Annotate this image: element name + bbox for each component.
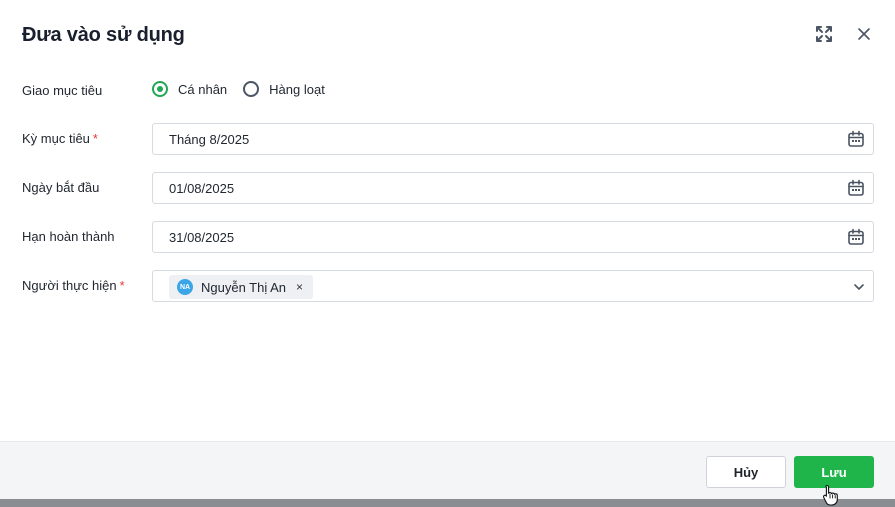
remove-chip-icon[interactable]: × — [296, 281, 303, 293]
close-icon — [858, 28, 870, 40]
expand-icon — [816, 26, 832, 42]
assign-target-row: Giao mục tiêu Cá nhân Hàng loạt — [0, 75, 895, 107]
chevron-down-icon[interactable] — [853, 281, 865, 293]
radio-bulk-label: Hàng loạt — [269, 81, 325, 97]
required-mark: * — [119, 278, 125, 293]
assignee-select[interactable]: NA Nguyễn Thị An × — [152, 270, 874, 302]
assignee-chip-name: Nguyễn Thị An — [201, 279, 287, 295]
dialog-header: Đưa vào sử dụng — [0, 0, 895, 70]
calendar-icon[interactable] — [847, 179, 865, 197]
close-button[interactable] — [854, 24, 874, 44]
assign-target-label: Giao mục tiêu — [22, 83, 103, 98]
start-date-field[interactable]: 01/08/2025 — [152, 172, 874, 204]
assignee-chip: NA Nguyễn Thị An × — [169, 275, 314, 299]
dialog: Đưa vào sử dụng Giao mục tiêu Cá nhân Hà… — [0, 0, 895, 507]
period-row: Kỳ mục tiêu * Tháng 8/2025 — [0, 123, 895, 155]
required-mark: * — [92, 131, 98, 146]
radio-checked-icon — [152, 81, 168, 97]
period-field[interactable]: Tháng 8/2025 — [152, 123, 874, 155]
due-date-row: Hạn hoàn thành 31/08/2025 — [0, 221, 895, 253]
hand-pointer-icon — [822, 484, 838, 506]
due-date-field[interactable]: 31/08/2025 — [152, 221, 874, 253]
expand-button[interactable] — [814, 24, 834, 44]
calendar-icon[interactable] — [847, 130, 865, 148]
radio-unchecked-icon — [243, 81, 260, 97]
backdrop-strip — [0, 499, 895, 507]
period-label: Kỳ mục tiêu * — [22, 131, 98, 146]
start-date-value: 01/08/2025 — [169, 181, 235, 196]
dialog-title: Đưa vào sử dụng — [22, 24, 185, 46]
cancel-button[interactable]: Hủy — [706, 456, 786, 488]
calendar-icon[interactable] — [847, 228, 865, 246]
avatar: NA — [177, 279, 193, 295]
start-date-label: Ngày bắt đầu — [22, 180, 100, 195]
assign-target-radio-group: Cá nhân Hàng loạt — [152, 81, 341, 97]
radio-individual[interactable]: Cá nhân — [152, 81, 227, 97]
radio-bulk[interactable]: Hàng loạt — [243, 81, 325, 97]
radio-individual-label: Cá nhân — [178, 81, 228, 97]
period-value: Tháng 8/2025 — [169, 132, 250, 147]
assignee-label: Người thực hiện * — [22, 278, 125, 293]
due-date-label: Hạn hoàn thành — [22, 229, 115, 244]
assignee-row: Người thực hiện * NA Nguyễn Thị An × — [0, 270, 895, 302]
start-date-row: Ngày bắt đầu 01/08/2025 — [0, 172, 895, 204]
due-date-value: 31/08/2025 — [169, 230, 235, 245]
dialog-footer: Hủy Lưu — [0, 441, 895, 499]
